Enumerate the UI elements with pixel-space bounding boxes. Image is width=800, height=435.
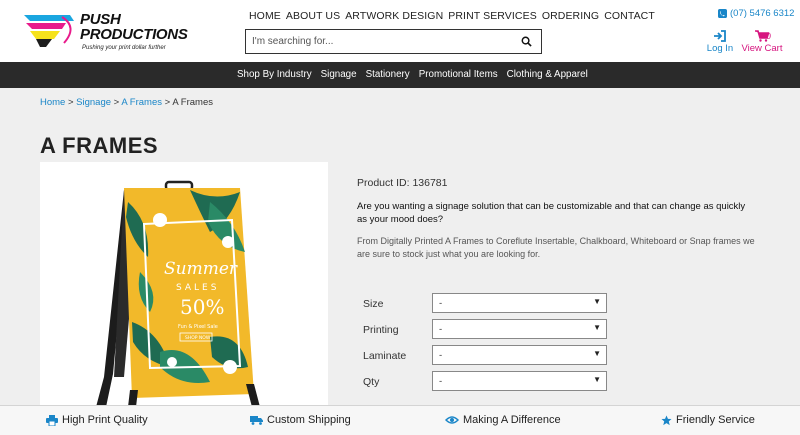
option-size-label: Size <box>363 298 384 310</box>
phone-icon <box>718 9 727 18</box>
phone-link[interactable]: (07) 5476 6312 <box>718 8 794 19</box>
poster-summer-text: Summer <box>164 259 238 279</box>
nav-artwork-design[interactable]: ARTWORK DESIGN <box>345 10 443 22</box>
brand-tagline: Pushing your print dollar further <box>82 45 166 51</box>
breadcrumb: Home > Signage > A Frames > A Frames <box>40 97 213 108</box>
option-laminate-label: Laminate <box>363 350 407 362</box>
eye-icon <box>445 416 459 424</box>
chevron-down-icon: ▼ <box>593 349 601 358</box>
a-frame-sign-illustration: Summer SALES 50% Fun & Pixel Sale SHOP N… <box>96 180 260 407</box>
page-title: A FRAMES <box>40 133 159 158</box>
qty-select-value: - <box>439 376 443 387</box>
logo-mark-icon <box>24 15 74 47</box>
qty-select[interactable]: - ▼ <box>432 371 607 391</box>
breadcrumb-separator: > <box>65 97 77 108</box>
option-printing-label: Printing <box>363 324 399 336</box>
option-printing: Printing - ▼ <box>357 319 750 339</box>
feature-label: Making A Difference <box>463 414 561 426</box>
site-header: PUSH PRODUCTIONS Pushing your print doll… <box>0 0 800 62</box>
category-shop-by-industry[interactable]: Shop By Industry <box>237 69 312 80</box>
feature-label: Friendly Service <box>676 414 755 426</box>
category-stationery[interactable]: Stationery <box>366 69 410 80</box>
truck-icon <box>250 416 263 425</box>
laminate-select[interactable]: - ▼ <box>432 345 607 365</box>
poster-percent-text: 50% <box>180 295 224 319</box>
feature-label: Custom Shipping <box>267 414 351 426</box>
phone-number: (07) 5476 6312 <box>730 8 795 19</box>
printing-select[interactable]: - ▼ <box>432 319 607 339</box>
cart-label: View Cart <box>741 43 783 54</box>
option-qty: Qty - ▼ <box>357 371 750 391</box>
category-promotional-items[interactable]: Promotional Items <box>419 69 498 80</box>
product-options: Size - ▼ Printing - ▼ Laminate - ▼ Qty -… <box>357 290 750 402</box>
product-id: Product ID: 136781 <box>357 177 448 189</box>
printer-icon <box>46 414 58 426</box>
chevron-down-icon: ▼ <box>593 297 601 306</box>
option-size: Size - ▼ <box>357 293 750 313</box>
breadcrumb-separator: > <box>111 97 122 108</box>
product-question: Are you wanting a signage solution that … <box>357 201 746 225</box>
top-navigation: HOME ABOUT US ARTWORK DESIGN PRINT SERVI… <box>249 10 660 22</box>
view-cart-link[interactable]: 0 View Cart <box>741 30 783 54</box>
size-select-value: - <box>439 298 443 309</box>
brand-logo[interactable]: PUSH PRODUCTIONS Pushing your print doll… <box>22 9 197 55</box>
printing-select-value: - <box>439 324 443 335</box>
product-id-label: Product ID: <box>357 177 410 189</box>
feature-high-print-quality: High Print Quality <box>46 414 148 426</box>
feature-label: High Print Quality <box>62 414 148 426</box>
search-icon[interactable] <box>521 36 532 47</box>
nav-about-us[interactable]: ABOUT US <box>286 10 340 22</box>
nav-ordering[interactable]: ORDERING <box>542 10 599 22</box>
breadcrumb-a-frames[interactable]: A Frames <box>121 97 162 108</box>
cart-count: 0 <box>766 31 772 41</box>
breadcrumb-current: A Frames <box>172 97 213 108</box>
login-link[interactable]: Log In <box>705 30 735 54</box>
poster-subline-text: Fun & Pixel Sale <box>178 324 218 330</box>
poster-sales-text: SALES <box>176 283 219 293</box>
feature-friendly-service: Friendly Service <box>661 414 755 426</box>
search-box <box>245 29 542 54</box>
chevron-down-icon: ▼ <box>593 375 601 384</box>
breadcrumb-home[interactable]: Home <box>40 97 65 108</box>
laminate-select-value: - <box>439 350 443 361</box>
search-input[interactable] <box>246 30 506 53</box>
category-signage[interactable]: Signage <box>321 69 357 80</box>
nav-home[interactable]: HOME <box>249 10 281 22</box>
breadcrumb-separator: > <box>162 97 173 108</box>
product-description: From Digitally Printed A Frames to Coref… <box>357 236 755 259</box>
size-select[interactable]: - ▼ <box>432 293 607 313</box>
feature-making-a-difference: Making A Difference <box>445 414 561 426</box>
feature-custom-shipping: Custom Shipping <box>250 414 351 426</box>
poster-shop-now-text: SHOP NOW <box>185 335 211 341</box>
login-label: Log In <box>706 43 734 54</box>
chevron-down-icon: ▼ <box>593 323 601 332</box>
star-icon <box>661 414 672 425</box>
category-bar: Shop By Industry Signage Stationery Prom… <box>0 62 800 88</box>
features-bar: High Print Quality Custom Shipping Makin… <box>0 405 800 435</box>
nav-print-services[interactable]: PRINT SERVICES <box>448 10 537 22</box>
option-qty-label: Qty <box>363 376 380 388</box>
product-id-value: 136781 <box>412 177 448 189</box>
category-clothing-apparel[interactable]: Clothing & Apparel <box>507 69 588 80</box>
breadcrumb-signage[interactable]: Signage <box>76 97 111 108</box>
product-image[interactable]: Summer SALES 50% Fun & Pixel Sale SHOP N… <box>40 162 328 407</box>
brand-name: PUSH PRODUCTIONS <box>80 11 188 43</box>
option-laminate: Laminate - ▼ <box>357 345 750 365</box>
nav-contact[interactable]: CONTACT <box>604 10 655 22</box>
login-icon <box>714 30 726 42</box>
